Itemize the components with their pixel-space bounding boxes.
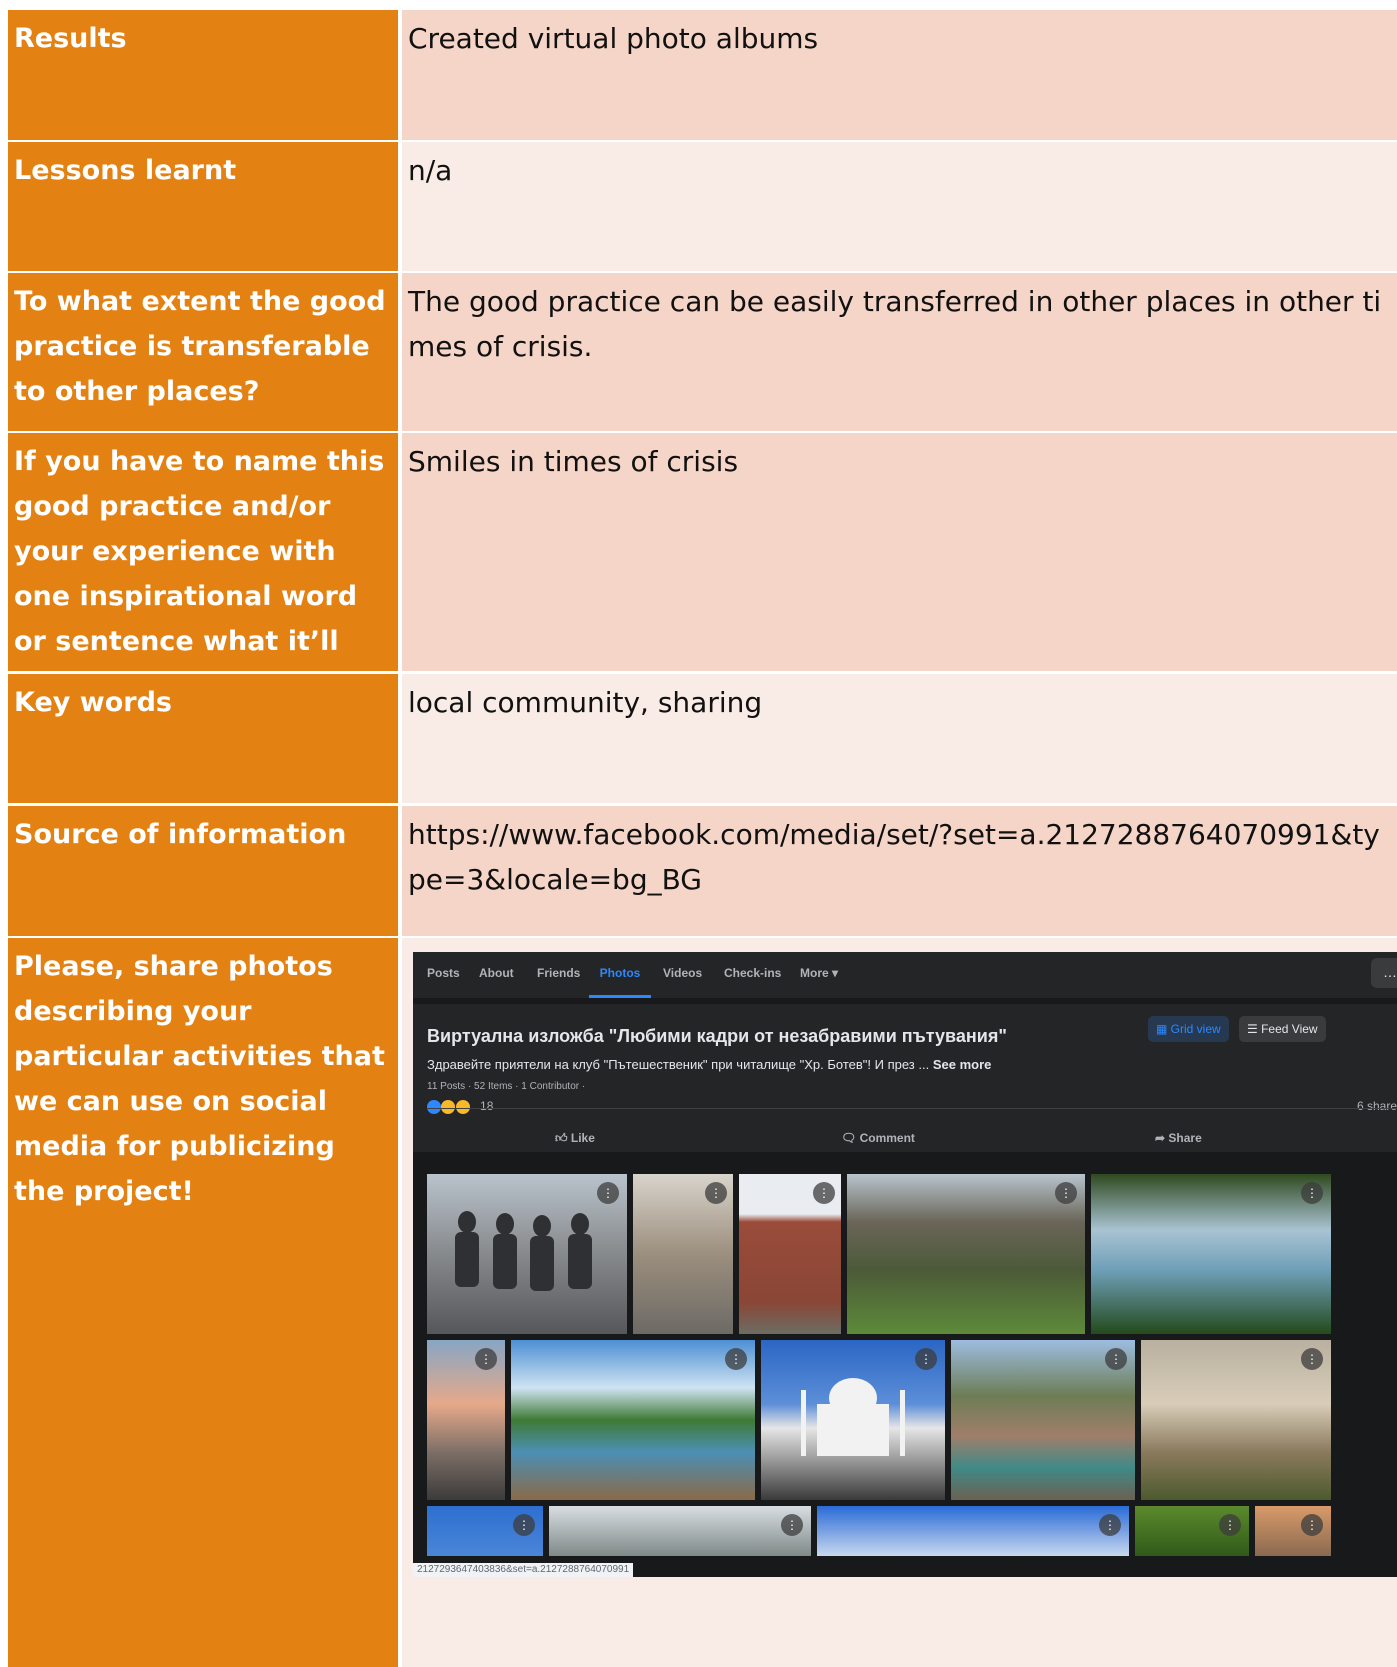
photo-sand-cliffs[interactable]: ⋮ bbox=[1141, 1340, 1331, 1500]
grid-view-label: Grid view bbox=[1170, 1022, 1221, 1036]
photo-blue-sky[interactable]: ⋮ bbox=[427, 1506, 543, 1556]
grid-icon: ▦ bbox=[1156, 1022, 1171, 1036]
row-source: Source of information https://www.facebo… bbox=[8, 806, 1397, 936]
photo-options-icon[interactable]: ⋮ bbox=[513, 1514, 535, 1536]
like-reaction-icon bbox=[427, 1099, 441, 1114]
tab-videos[interactable]: Videos bbox=[663, 952, 702, 998]
feed-view-label: Feed View bbox=[1261, 1022, 1318, 1036]
photo-river-canoes[interactable]: ⋮ bbox=[511, 1340, 755, 1500]
row-value: Posts About Friends Photos Videos Check-… bbox=[402, 938, 1397, 1667]
photo-sunset[interactable]: ⋮ bbox=[1255, 1506, 1331, 1556]
row-value: local community, sharing bbox=[402, 674, 1397, 803]
photo-trees[interactable]: ⋮ bbox=[1135, 1506, 1249, 1556]
photo-taj-mahal[interactable]: ⋮ bbox=[761, 1340, 945, 1500]
photo-clouds[interactable]: ⋮ bbox=[817, 1506, 1129, 1556]
photo-harbor-boats[interactable]: ⋮ bbox=[427, 1340, 505, 1500]
row-label: Please, share photos describing your par… bbox=[8, 938, 398, 1667]
wow-reaction-icon bbox=[455, 1099, 470, 1114]
comment-label: Comment bbox=[859, 1131, 915, 1145]
row-label: Lessons learnt bbox=[8, 142, 398, 271]
shares-count[interactable]: 6 shares bbox=[1357, 1084, 1397, 1129]
photo-options-icon[interactable]: ⋮ bbox=[597, 1182, 619, 1204]
like-label: Like bbox=[570, 1131, 595, 1145]
photo-options-icon[interactable]: ⋮ bbox=[705, 1182, 727, 1204]
row-label: If you have to name this good practice a… bbox=[8, 433, 398, 702]
facebook-album-screenshot: Posts About Friends Photos Videos Check-… bbox=[413, 952, 1397, 1577]
photo-options-icon[interactable]: ⋮ bbox=[725, 1348, 747, 1370]
feed-view-button[interactable]: ☰ Feed View bbox=[1239, 1016, 1326, 1042]
row-value: n/a bbox=[402, 142, 1397, 271]
row-key-words: Key words local community, sharing bbox=[8, 674, 1397, 803]
row-photos: Please, share photos describing your par… bbox=[8, 938, 1397, 1667]
photo-options-icon[interactable]: ⋮ bbox=[1301, 1182, 1323, 1204]
tab-about[interactable]: About bbox=[479, 952, 514, 998]
photo-options-icon[interactable]: ⋮ bbox=[781, 1514, 803, 1536]
photo-options-icon[interactable]: ⋮ bbox=[1219, 1514, 1241, 1536]
album-header: Виртуална изложба "Любими кадри от незаб… bbox=[413, 1004, 1397, 1152]
photo-options-icon[interactable]: ⋮ bbox=[915, 1348, 937, 1370]
see-more-link[interactable]: See more bbox=[933, 1057, 992, 1072]
tab-photos[interactable]: Photos bbox=[589, 952, 651, 998]
like-button[interactable]: 👍︎ Like bbox=[555, 1116, 595, 1161]
row-transferability: To what extent the good practice is tran… bbox=[8, 273, 1397, 431]
row-value: The good practice can be easily transfer… bbox=[402, 273, 1397, 431]
row-inspirational-word: If you have to name this good practice a… bbox=[8, 433, 1397, 702]
photo-options-icon[interactable]: ⋮ bbox=[813, 1182, 835, 1204]
reactions[interactable]: 18 bbox=[427, 1084, 493, 1129]
photo-options-icon[interactable]: ⋮ bbox=[1055, 1182, 1077, 1204]
tab-check-ins[interactable]: Check-ins bbox=[724, 952, 781, 998]
photo-building-stones[interactable]: ⋮ bbox=[633, 1174, 733, 1334]
row-label: Key words bbox=[8, 674, 398, 803]
divider bbox=[427, 1108, 1397, 1109]
photo-options-icon[interactable]: ⋮ bbox=[1099, 1514, 1121, 1536]
status-bar-url: 2127293647403836&set=a.2127288764070991 bbox=[413, 1563, 634, 1577]
photo-beatles-statue[interactable]: ⋮ bbox=[427, 1174, 627, 1334]
photo-options-icon[interactable]: ⋮ bbox=[1105, 1348, 1127, 1370]
row-label: To what extent the good practice is tran… bbox=[8, 273, 398, 431]
row-label: Results bbox=[8, 10, 398, 140]
comment-button[interactable]: 🗨︎ Comment bbox=[841, 1116, 915, 1161]
photo-options-icon[interactable]: ⋮ bbox=[1301, 1348, 1323, 1370]
photo-stone-bridge[interactable]: ⋮ bbox=[847, 1174, 1085, 1334]
facebook-tab-bar: Posts About Friends Photos Videos Check-… bbox=[413, 952, 1397, 998]
photo-bay-view[interactable]: ⋮ bbox=[1091, 1174, 1331, 1334]
comment-icon: 🗨︎ bbox=[841, 1131, 860, 1145]
tab-posts[interactable]: Posts bbox=[427, 952, 460, 998]
love-reaction-icon bbox=[441, 1099, 456, 1114]
more-options-icon[interactable]: … bbox=[1371, 958, 1397, 988]
photo-options-icon[interactable]: ⋮ bbox=[475, 1348, 497, 1370]
photo-mountains[interactable]: ⋮ bbox=[549, 1506, 811, 1556]
row-value: Created virtual photo albums bbox=[402, 10, 1397, 140]
thumbs-up-icon: 👍︎ bbox=[555, 1131, 571, 1145]
row-label: Source of information bbox=[8, 806, 398, 936]
grid-view-button[interactable]: ▦ Grid view bbox=[1148, 1016, 1229, 1042]
list-icon: ☰ bbox=[1247, 1022, 1262, 1036]
share-label: Share bbox=[1168, 1131, 1202, 1145]
row-value: Smiles in times of crisis bbox=[402, 433, 1397, 671]
tab-friends[interactable]: Friends bbox=[537, 952, 580, 998]
row-results: Results Created virtual photo albums bbox=[8, 10, 1397, 140]
tab-more[interactable]: More ▾ bbox=[800, 952, 838, 998]
photo-options-icon[interactable]: ⋮ bbox=[1301, 1514, 1323, 1536]
share-button[interactable]: ➦ Share bbox=[1155, 1116, 1202, 1161]
row-lessons-learnt: Lessons learnt n/a bbox=[8, 142, 1397, 271]
photo-mountain-town[interactable]: ⋮ bbox=[951, 1340, 1135, 1500]
statue-figures bbox=[455, 1211, 592, 1291]
reaction-count: 18 bbox=[480, 1099, 494, 1113]
photo-cathedral[interactable]: ⋮ bbox=[739, 1174, 841, 1334]
share-icon: ➦ bbox=[1155, 1131, 1169, 1145]
row-value[interactable]: https://www.facebook.com/media/set/?set=… bbox=[402, 806, 1397, 936]
